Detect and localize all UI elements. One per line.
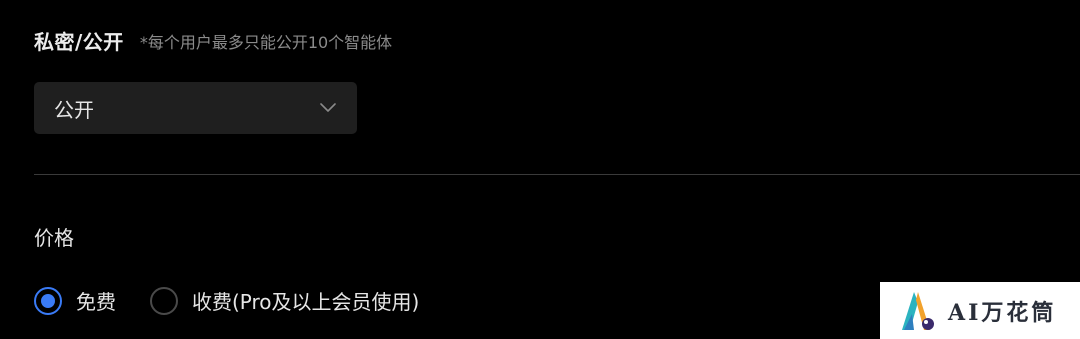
visibility-title: 私密/公开 (34, 30, 124, 54)
chevron-down-icon (319, 99, 337, 117)
radio-unchecked-icon[interactable] (150, 286, 178, 315)
price-option-paid-label: 收费(Pro及以上会员使用) (192, 290, 420, 314)
section-divider (34, 174, 1080, 175)
price-option-paid[interactable]: 收费(Pro及以上会员使用) (150, 286, 419, 315)
price-title: 价格 (34, 226, 74, 250)
watermark: AI万花筒 (880, 282, 1080, 339)
visibility-select[interactable]: 公开 (34, 82, 357, 134)
watermark-logo-icon (900, 288, 940, 334)
radio-checked-icon[interactable] (34, 286, 62, 315)
visibility-hint: *每个用户最多只能公开10个智能体 (139, 32, 393, 52)
watermark-text: AI万花筒 (948, 299, 1057, 326)
price-radio-group: 免费 收费(Pro及以上会员使用) (34, 286, 419, 315)
price-option-free-label: 免费 (76, 290, 116, 314)
visibility-section-header: 私密/公开 *每个用户最多只能公开10个智能体 (34, 26, 392, 55)
price-option-free[interactable]: 免费 (34, 286, 116, 315)
visibility-select-value: 公开 (54, 97, 94, 122)
